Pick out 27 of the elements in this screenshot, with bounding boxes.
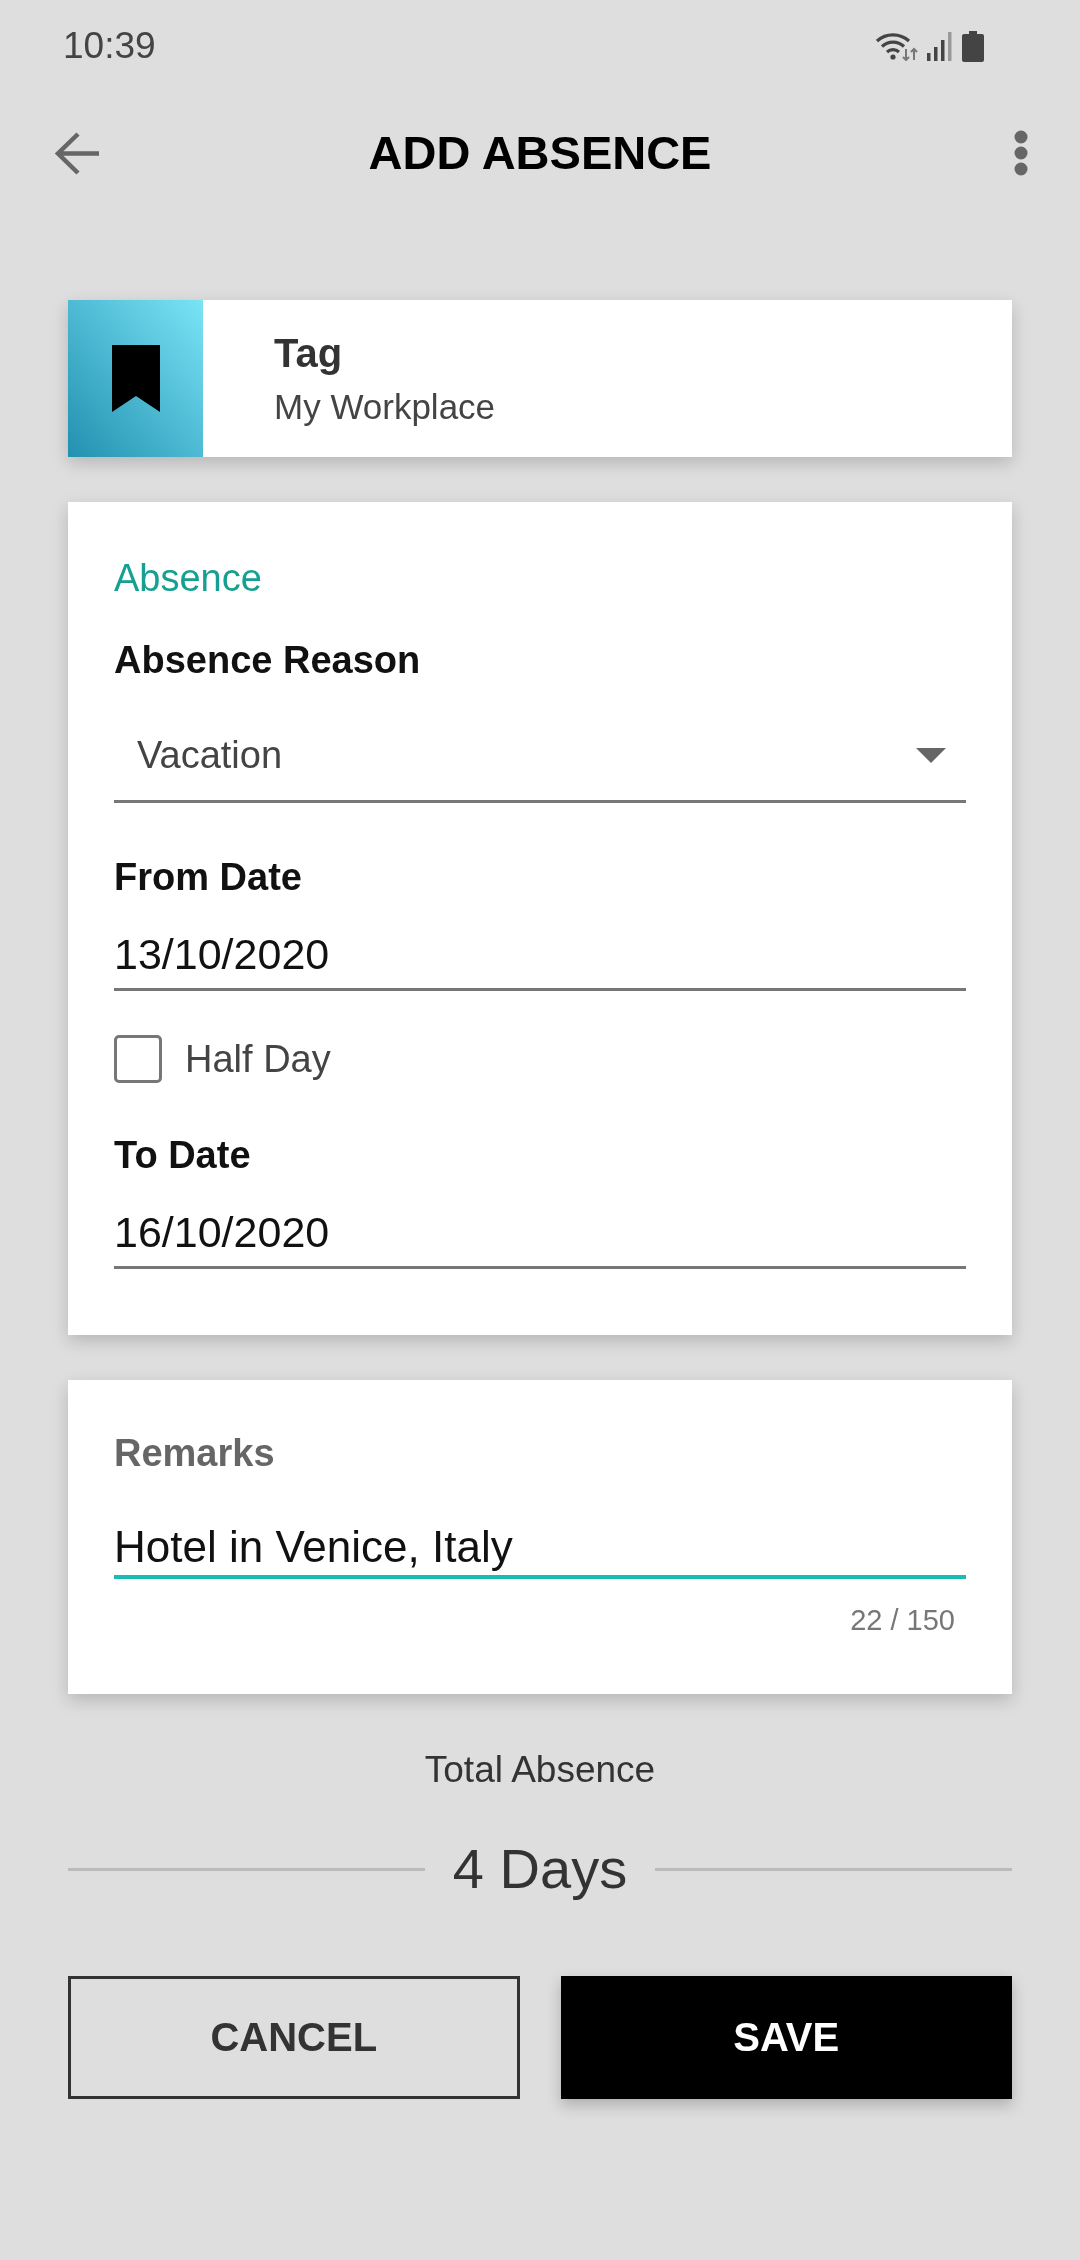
- character-counter: 22 / 150: [850, 1603, 955, 1638]
- date-field[interactable]: 16/10/2020: [114, 1206, 966, 1269]
- bookmark-icon: [68, 300, 203, 457]
- total-label: Total Absence: [424, 1748, 656, 1792]
- field-label: From Date: [114, 855, 303, 900]
- status-time: 10:39: [63, 24, 156, 68]
- tag-title: Tag: [274, 329, 344, 377]
- total-value: 4 Days: [452, 1836, 628, 1902]
- section-title: Absence: [114, 556, 263, 601]
- field-label: To Date: [114, 1133, 252, 1178]
- wifi-icon: [876, 31, 918, 61]
- screen-title: ADD ABSENCE: [368, 125, 712, 181]
- save-button[interactable]: SAVE: [560, 1976, 1012, 2099]
- remarks-label: Remarks: [114, 1431, 276, 1476]
- half-day-checkbox[interactable]: [114, 1035, 162, 1083]
- cancel-button[interactable]: CANCEL: [68, 1976, 520, 2099]
- signal-icon: [927, 31, 953, 61]
- checkbox-label: Half Day: [185, 1037, 331, 1082]
- tag-subtitle: My Workplace: [274, 385, 496, 428]
- battery-icon: [962, 30, 984, 62]
- reason-dropdown[interactable]: Vacation: [114, 710, 966, 803]
- caret-icon: [916, 747, 946, 763]
- date-field[interactable]: 13/10/2020: [114, 928, 966, 991]
- more-menu-icon[interactable]: [1014, 130, 1028, 176]
- field-label: Absence Reason: [114, 638, 422, 683]
- back-arrow-icon[interactable]: [55, 131, 99, 175]
- remarks-field[interactable]: Hotel in Venice, Italy: [114, 1520, 966, 1579]
